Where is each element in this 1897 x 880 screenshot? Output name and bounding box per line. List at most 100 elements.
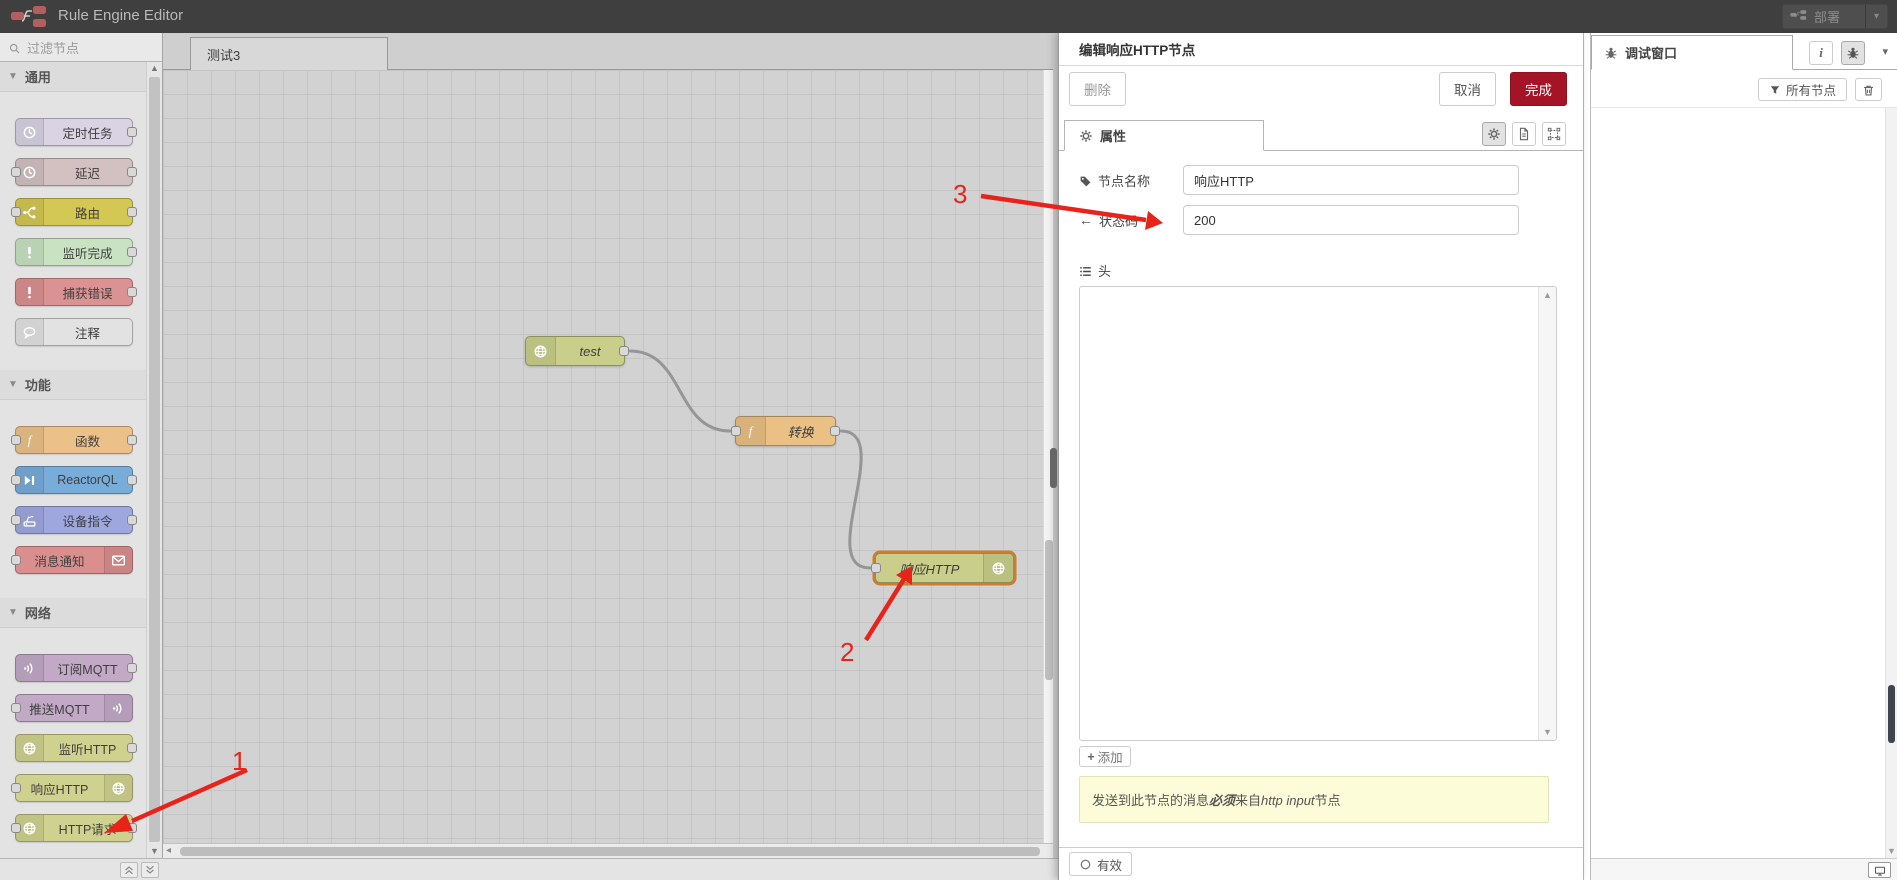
scroll-down-icon[interactable]: ▼ xyxy=(1539,727,1556,737)
expand-all-categories-button[interactable] xyxy=(141,862,159,878)
edit-description-button[interactable] xyxy=(1512,122,1536,146)
input-port[interactable] xyxy=(11,515,21,525)
input-port[interactable] xyxy=(11,435,21,445)
output-port[interactable] xyxy=(127,207,137,217)
output-port[interactable] xyxy=(127,823,137,833)
info-tab-button[interactable]: i xyxy=(1809,41,1833,65)
palette-node[interactable]: 消息通知 xyxy=(15,546,133,574)
palette-node[interactable]: 响应HTTP xyxy=(15,774,133,802)
open-debug-window-button[interactable] xyxy=(1868,862,1891,878)
output-port[interactable] xyxy=(127,515,137,525)
tray-resize-handle[interactable] xyxy=(1050,448,1057,488)
flow-wire[interactable] xyxy=(630,351,730,431)
palette-node[interactable]: ReactorQL xyxy=(15,466,133,494)
palette-node[interactable]: f函数 xyxy=(15,426,133,454)
palette-category-header[interactable]: ▼功能 xyxy=(0,370,147,400)
flow-node[interactable]: f转换 xyxy=(735,416,836,446)
input-port[interactable] xyxy=(871,563,881,573)
output-port[interactable] xyxy=(127,435,137,445)
canvas-hscrollbar-thumb[interactable] xyxy=(180,847,1040,856)
delete-button[interactable]: 删除 xyxy=(1069,72,1126,106)
flow-node[interactable]: test xyxy=(525,336,625,366)
output-port[interactable] xyxy=(127,475,137,485)
debug-tab-button[interactable] xyxy=(1841,41,1865,65)
node-name-input[interactable] xyxy=(1183,165,1519,195)
scroll-up-icon[interactable]: ▲ xyxy=(147,62,162,75)
output-port[interactable] xyxy=(127,287,137,297)
input-port[interactable] xyxy=(11,167,21,177)
palette-node[interactable]: 设备指令 xyxy=(15,506,133,534)
palette-node-label: 捕获错误 xyxy=(44,279,132,305)
palette-node-label: 定时任务 xyxy=(44,119,132,145)
input-port[interactable] xyxy=(731,426,741,436)
palette-node[interactable]: 定时任务 xyxy=(15,118,133,146)
canvas-vscrollbar-thumb[interactable] xyxy=(1045,540,1053,680)
plus-icon: + xyxy=(1087,750,1094,764)
palette-node[interactable]: 订阅MQTT xyxy=(15,654,133,682)
palette-node[interactable]: 捕获错误 xyxy=(15,278,133,306)
deploy-icon xyxy=(1790,9,1808,24)
collapse-all-categories-button[interactable] xyxy=(120,862,138,878)
sidebar-menu-chevron-icon[interactable]: ▾ xyxy=(1882,45,1888,58)
canvas-horizontal-scrollbar[interactable]: ◂ xyxy=(163,843,1053,858)
debug-scrollbar-thumb[interactable] xyxy=(1888,685,1895,743)
headers-list[interactable]: ▲ ▼ xyxy=(1079,286,1557,741)
palette-node-label: 消息通知 xyxy=(16,547,104,573)
palette-scrollbar-thumb[interactable] xyxy=(149,77,160,842)
edit-settings-button[interactable] xyxy=(1482,122,1506,146)
output-port[interactable] xyxy=(830,426,840,436)
done-button[interactable]: 完成 xyxy=(1510,72,1567,106)
scroll-down-icon[interactable]: ▼ xyxy=(1886,846,1897,856)
tab-debug-window[interactable]: 调试窗口 xyxy=(1591,35,1793,70)
input-port[interactable] xyxy=(11,783,21,793)
headers-list-scrollbar[interactable]: ▲ ▼ xyxy=(1538,287,1556,740)
tray-toolbar: 删除 取消 完成 xyxy=(1059,66,1583,112)
output-port[interactable] xyxy=(619,346,629,356)
input-port[interactable] xyxy=(11,475,21,485)
input-port[interactable] xyxy=(11,555,21,565)
palette-search-input[interactable]: 过滤节点 xyxy=(0,33,162,62)
palette-list: ▼通用定时任务延迟路由监听完成捕获错误注释 ▼功能 f函数 ReactorQL 设备指令… xyxy=(0,62,147,858)
palette-node[interactable]: 推送MQTT xyxy=(15,694,133,722)
cancel-button[interactable]: 取消 xyxy=(1439,72,1496,106)
flow-wire[interactable] xyxy=(841,431,870,568)
clear-debug-button[interactable] xyxy=(1855,78,1882,101)
output-port[interactable] xyxy=(127,167,137,177)
flow-canvas[interactable]: test f转换响应HTTP xyxy=(163,70,1053,843)
palette-scrollbar[interactable]: ▲ ▼ xyxy=(146,62,162,858)
chevron-down-icon: ▼ xyxy=(8,379,18,390)
palette-node-label: ReactorQL xyxy=(44,467,132,493)
node-enabled-toggle[interactable]: 有效 xyxy=(1069,852,1132,876)
output-port[interactable] xyxy=(127,247,137,257)
palette-category-header[interactable]: ▼通用 xyxy=(0,62,147,92)
output-port[interactable] xyxy=(127,127,137,137)
scroll-down-icon[interactable]: ▼ xyxy=(147,845,162,858)
input-port[interactable] xyxy=(11,207,21,217)
scroll-up-icon[interactable]: ▲ xyxy=(1539,290,1556,300)
palette-node[interactable]: 延迟 xyxy=(15,158,133,186)
palette-category-header[interactable]: ▼网络 xyxy=(0,598,147,628)
flow-node[interactable]: 响应HTTP xyxy=(875,553,1014,583)
node-appearance-button[interactable] xyxy=(1542,122,1566,146)
input-port[interactable] xyxy=(11,823,21,833)
tab-properties[interactable]: 属性 xyxy=(1064,120,1264,151)
palette-node-label: 响应HTTP xyxy=(16,775,104,801)
deploy-button[interactable]: 部署 ▾ xyxy=(1782,4,1888,29)
palette-node[interactable]: 注释 xyxy=(15,318,133,346)
deploy-chevron-down-icon[interactable]: ▾ xyxy=(1865,5,1887,28)
palette-node[interactable]: 监听完成 xyxy=(15,238,133,266)
palette-node[interactable]: 路由 xyxy=(15,198,133,226)
globe-icon xyxy=(526,337,556,365)
input-port[interactable] xyxy=(11,703,21,713)
debug-footer xyxy=(1591,858,1897,880)
scroll-left-icon[interactable]: ◂ xyxy=(166,845,171,856)
palette-node[interactable]: 监听HTTP xyxy=(15,734,133,762)
output-port[interactable] xyxy=(127,663,137,673)
palette-node[interactable]: HTTP请求 xyxy=(15,814,133,842)
flow-tab[interactable]: 测试3 xyxy=(190,37,388,70)
debug-filter-button[interactable]: 所有节点 xyxy=(1758,78,1847,101)
add-header-button[interactable]: + 添加 xyxy=(1079,746,1131,767)
debug-scrollbar[interactable]: ▼ xyxy=(1885,108,1897,858)
status-code-input[interactable] xyxy=(1183,205,1519,235)
output-port[interactable] xyxy=(127,743,137,753)
